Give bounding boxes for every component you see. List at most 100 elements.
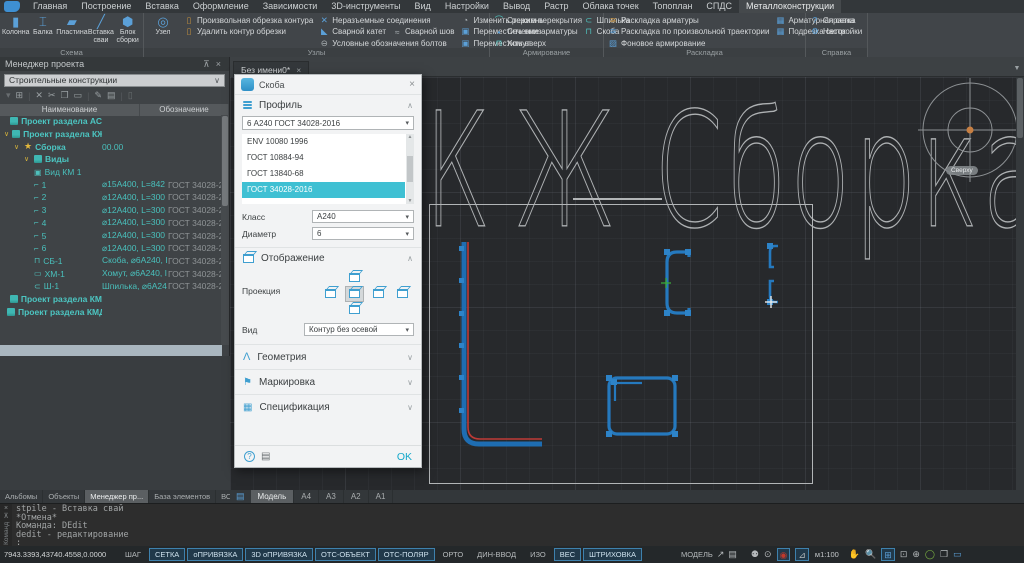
rebar-layout-button[interactable]: ≋Раскладка арматуры bbox=[608, 15, 769, 26]
node-button[interactable]: ◎Узел bbox=[148, 14, 178, 48]
tab-topoplan[interactable]: Топоплан bbox=[646, 0, 700, 13]
rebar-button[interactable]: ⌒Стержень bbox=[494, 15, 578, 26]
tab-3d-instrumenty[interactable]: 3D-инструменты bbox=[324, 0, 407, 13]
dropdown-icon[interactable]: ▾ bbox=[6, 90, 11, 101]
profile-combobox[interactable]: 6 А240 ГОСТ 34028-2016▾ bbox=[242, 116, 414, 130]
collapse-icon[interactable]: ∧ bbox=[407, 254, 413, 263]
tab-objects[interactable]: Объекты bbox=[43, 490, 85, 503]
expand-icon[interactable]: ∨ bbox=[4, 130, 9, 138]
scale-indicator[interactable]: м1:100 bbox=[815, 550, 839, 559]
tab-vid[interactable]: Вид bbox=[408, 0, 438, 13]
tab-albums[interactable]: Альбомы bbox=[0, 490, 43, 503]
projection-right-icon[interactable] bbox=[369, 286, 388, 302]
stirrup-button[interactable]: ⊓Хомут bbox=[494, 38, 578, 49]
view-select[interactable]: Контур без осевой▾ bbox=[304, 323, 414, 336]
toggle-grid[interactable]: СЕТКА bbox=[149, 548, 185, 561]
tab-vyvod[interactable]: Вывод bbox=[496, 0, 537, 13]
delete-trim-contour-button[interactable]: ▯Удалить контур обрезки bbox=[184, 27, 313, 38]
regen-icon[interactable]: ◯ bbox=[925, 549, 935, 560]
tree-row[interactable]: ⌐1⌀15А400, L=842ГОСТ 34028-2016 bbox=[0, 178, 221, 191]
delete-icon[interactable]: ✕ bbox=[35, 90, 43, 101]
tree-row[interactable]: ∨Виды bbox=[0, 153, 221, 166]
project-type-combobox[interactable]: Строительные конструкции∨ bbox=[4, 74, 225, 87]
tab-list-dropdown-icon[interactable]: ▼ bbox=[1010, 61, 1024, 77]
close-icon[interactable]: × bbox=[4, 505, 8, 512]
section-display[interactable]: Отображение ∧ bbox=[235, 247, 421, 268]
tab-rastr[interactable]: Растр bbox=[537, 0, 575, 13]
folder-icon[interactable]: ▭ bbox=[74, 90, 83, 101]
fullscreen-icon[interactable]: ▭ bbox=[953, 549, 962, 560]
tab-a2[interactable]: А2 bbox=[344, 490, 369, 503]
tab-spds[interactable]: СПДС bbox=[699, 0, 739, 13]
expand-icon[interactable]: ∨ bbox=[407, 403, 413, 412]
tree-row[interactable]: ⌐4⌀12А400, L=300ГОСТ 34028-2016 bbox=[0, 217, 221, 230]
toggle-iso[interactable]: ИЗО bbox=[524, 548, 552, 561]
zoom-extents-icon[interactable]: ⊡ bbox=[900, 549, 908, 560]
zoom-icon[interactable]: 🔍 bbox=[865, 549, 876, 560]
tab-zavisimosti[interactable]: Зависимости bbox=[256, 0, 325, 13]
projection-top-icon[interactable] bbox=[345, 270, 364, 286]
lightbulb-icon[interactable]: ⊙ bbox=[764, 549, 772, 560]
tab-vstavka[interactable]: Вставка bbox=[138, 0, 185, 13]
cut-icon[interactable]: ✂ bbox=[48, 90, 56, 101]
tree-row[interactable]: ⊓СБ-1Скоба, ⌀6А240, IГОСТ 34028-2016 bbox=[0, 255, 221, 268]
tree-row[interactable]: ∨★Сборка00.00 bbox=[0, 140, 221, 153]
command-history[interactable]: stpile - Вставка свай *Отмена* Команда: … bbox=[12, 504, 1024, 546]
sheet-icon[interactable]: ▤ bbox=[728, 549, 737, 560]
section-geometry[interactable]: Λ Геометрия ∨ bbox=[235, 344, 421, 369]
cascade-windows-icon[interactable]: ❐ bbox=[940, 549, 948, 560]
tab-model[interactable]: Модель bbox=[251, 490, 295, 503]
tab-oformlenie[interactable]: Оформление bbox=[186, 0, 256, 13]
tab-metallokonstrukcii[interactable]: Металлоконструкции bbox=[739, 0, 841, 13]
layout-by-path-button[interactable]: ≋Раскладка по произвольной траектории bbox=[608, 27, 769, 38]
list-scrollbar[interactable]: ▲▼ bbox=[406, 134, 414, 204]
standard-listbox[interactable]: ENV 10080 1996 ГОСТ 10884-94 ГОСТ 13840-… bbox=[242, 134, 414, 204]
toggle-ortho[interactable]: ОРТО bbox=[437, 548, 470, 561]
pan-icon[interactable]: ✋ bbox=[849, 549, 860, 560]
tree-row[interactable]: Проект раздела КМД bbox=[0, 305, 221, 318]
tree-row[interactable]: ▭ХМ-1Хомут, ⌀6А240, IГОСТ 34028-2016 bbox=[0, 267, 221, 280]
beam-button[interactable]: ⌶Балка bbox=[30, 14, 57, 48]
tree-row[interactable]: ⌐2⌀12А400, L=300ГОСТ 34028-2016 bbox=[0, 191, 221, 204]
projection-bottom-icon[interactable] bbox=[345, 302, 364, 318]
expand-icon[interactable]: ∨ bbox=[407, 353, 413, 362]
tab-postroenie[interactable]: Построение bbox=[74, 0, 138, 13]
user-visibility-icon[interactable]: ⚉ bbox=[751, 549, 759, 560]
tab-a1[interactable]: А1 bbox=[369, 490, 394, 503]
bolt-symbols-button[interactable]: ⊖Условные обозначения болтов bbox=[319, 38, 454, 49]
record-icon[interactable]: ◉ bbox=[777, 548, 791, 561]
tab-project-manager[interactable]: Менеджер пр... bbox=[85, 490, 149, 503]
space-indicator[interactable]: МОДЕЛЬ ↗ ▤ bbox=[681, 549, 737, 560]
tab-a3[interactable]: А3 bbox=[319, 490, 344, 503]
save-settings-icon[interactable]: ▤ bbox=[261, 451, 270, 462]
section-specification[interactable]: ▦ Спецификация ∨ bbox=[235, 394, 421, 419]
canvas-vertical-scrollbar[interactable] bbox=[1016, 77, 1024, 490]
toggle-lineweight[interactable]: ВЕС bbox=[554, 548, 581, 561]
collapse-icon[interactable]: ∧ bbox=[407, 101, 413, 110]
tab-a4[interactable]: А4 bbox=[294, 490, 319, 503]
tab-oblaka-tochek[interactable]: Облака точек bbox=[576, 0, 646, 13]
tab-nastroyki[interactable]: Настройки bbox=[438, 0, 496, 13]
ok-button[interactable]: OK bbox=[397, 451, 412, 463]
orbit-icon[interactable]: ⊕ bbox=[912, 549, 920, 560]
tree-row[interactable]: ∨Проект раздела КЖ bbox=[0, 128, 221, 141]
tree-vertical-scrollbar[interactable] bbox=[221, 115, 229, 345]
link-icon[interactable]: ↗ bbox=[717, 549, 725, 560]
section-profile[interactable]: Профиль ∧ bbox=[235, 94, 421, 115]
dialog-help-icon[interactable]: ? bbox=[244, 451, 255, 462]
extra-icon[interactable]: ▯ bbox=[128, 90, 133, 101]
copy-icon[interactable]: ❐ bbox=[61, 90, 69, 101]
window-icon[interactable]: ⊞ bbox=[16, 90, 24, 101]
projection-left-icon[interactable] bbox=[321, 286, 340, 302]
assembly-block-button[interactable]: ⬢Блок сборки bbox=[114, 14, 141, 48]
permanent-joints-button[interactable]: ✕Неразъемные соединения bbox=[319, 15, 454, 26]
dialog-titlebar[interactable]: Скоба × bbox=[235, 75, 421, 94]
axes-icon[interactable]: ⊿ bbox=[795, 548, 809, 561]
projection-front-icon-selected[interactable] bbox=[345, 286, 364, 302]
tree-row[interactable]: Проект раздела КМ bbox=[0, 293, 221, 306]
toggle-osnap[interactable]: оПРИВЯЗКА bbox=[187, 548, 243, 561]
app-logo[interactable] bbox=[0, 0, 26, 13]
expand-icon[interactable]: ∨ bbox=[24, 155, 31, 163]
tab-element-base[interactable]: База элементов bbox=[149, 490, 216, 503]
section-marking[interactable]: ⚑ Маркировка ∨ bbox=[235, 369, 421, 394]
